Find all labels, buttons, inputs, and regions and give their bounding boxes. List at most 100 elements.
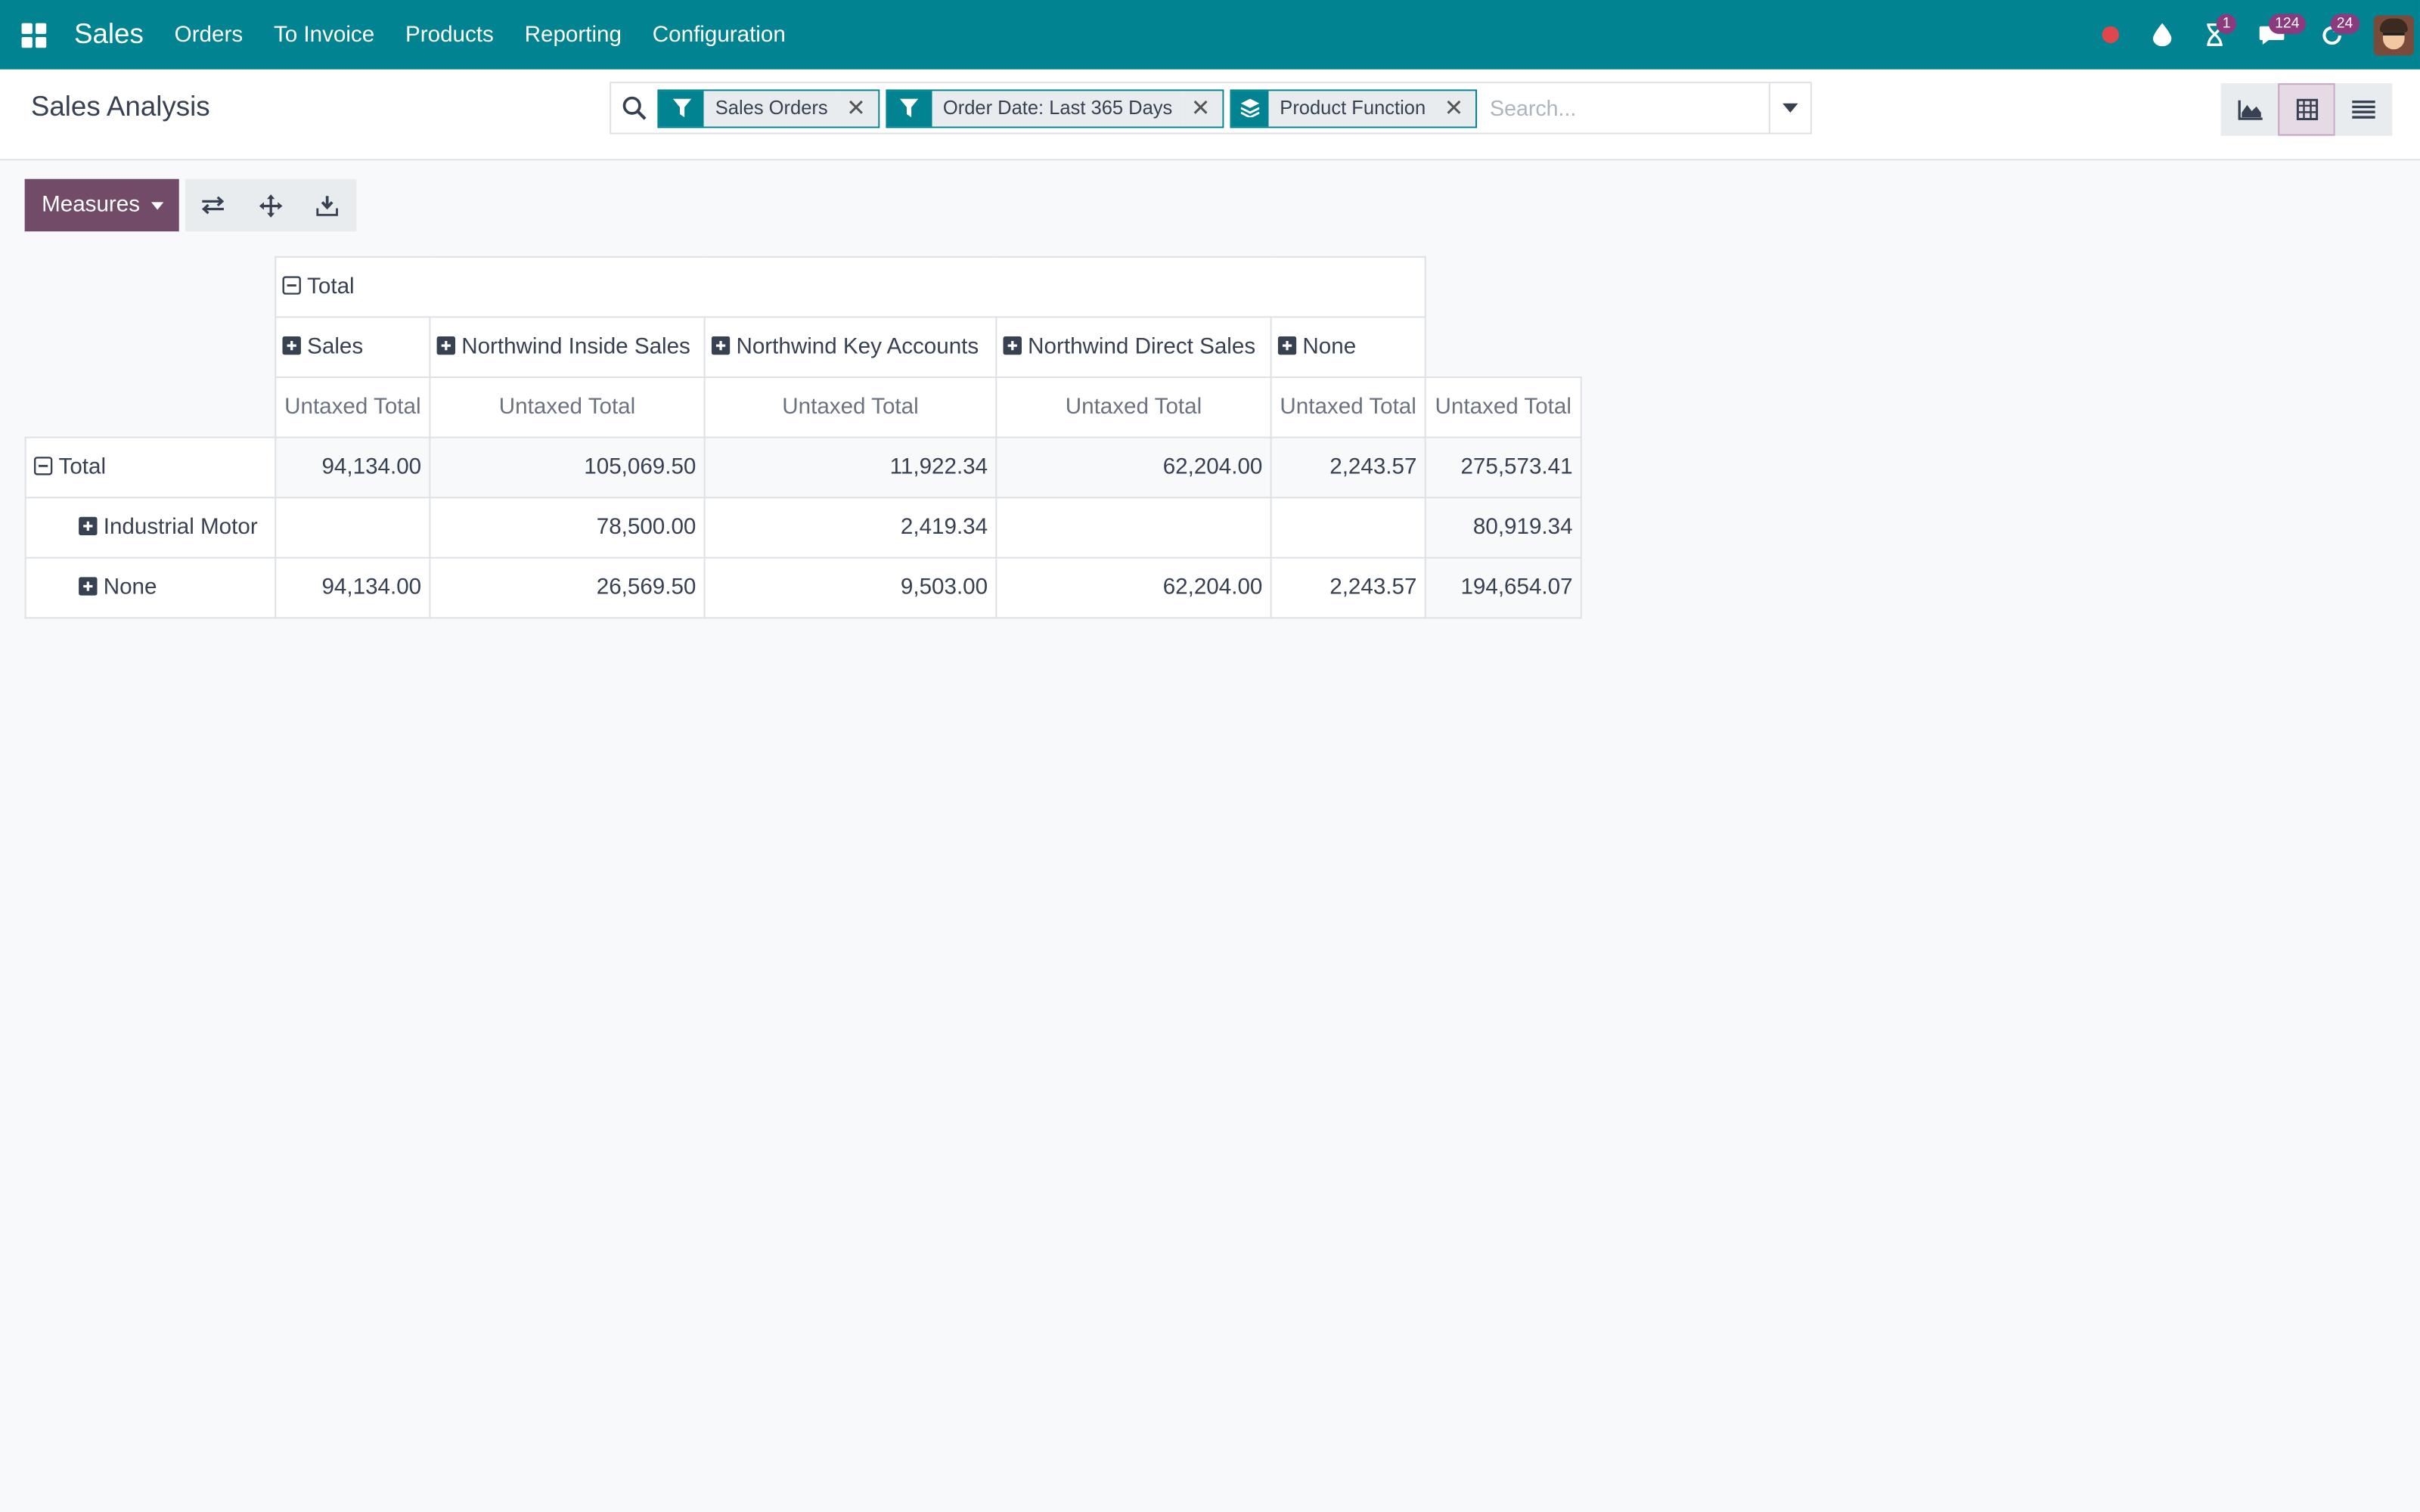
updates-badge: 24 xyxy=(2330,14,2360,34)
row-header-label: None xyxy=(103,575,157,600)
pivot-cell[interactable]: 2,419.34 xyxy=(703,497,997,559)
pivot-measure-row: Untaxed Total Untaxed Total Untaxed Tota… xyxy=(26,376,1582,438)
facet-label: Sales Orders xyxy=(704,90,837,126)
pivot-cell[interactable]: 94,134.00 xyxy=(275,436,431,499)
view-switcher xyxy=(2220,83,2393,136)
pivot-cell[interactable]: 9,503.00 xyxy=(703,556,997,619)
row-header-total[interactable]: Total xyxy=(24,436,277,499)
col-header-sales[interactable]: Sales xyxy=(275,316,431,378)
menu-products[interactable]: Products xyxy=(390,23,510,48)
download-icon xyxy=(316,195,339,215)
download-button[interactable] xyxy=(299,178,356,232)
facet-product-function: Product Function ✕ xyxy=(1230,88,1478,128)
row-header-industrial-motor[interactable]: Industrial Motor xyxy=(24,497,277,559)
list-icon xyxy=(2352,100,2375,119)
measures-button[interactable]: Measures xyxy=(24,178,179,232)
pivot-cell[interactable]: 62,204.00 xyxy=(995,556,1272,619)
measure-header[interactable]: Untaxed Total xyxy=(995,376,1272,438)
menu-configuration[interactable]: Configuration xyxy=(637,23,801,48)
messages-icon[interactable]: 124 xyxy=(2241,0,2306,70)
pivot-cell[interactable] xyxy=(1270,497,1426,559)
systray: 1 124 24 xyxy=(2083,0,2420,70)
col-header-none[interactable]: None xyxy=(1270,316,1426,378)
col-header-label: None xyxy=(1302,334,1357,360)
graph-view-button[interactable] xyxy=(2220,83,2279,136)
measure-header[interactable]: Untaxed Total xyxy=(1270,376,1426,438)
facet-label: Product Function xyxy=(1269,90,1435,126)
exchange-arrows-icon xyxy=(202,196,225,215)
arrows-move-icon xyxy=(259,194,282,217)
pivot-view-button[interactable] xyxy=(2278,83,2335,136)
expand-plus-icon xyxy=(1277,336,1297,355)
menu-reporting[interactable]: Reporting xyxy=(509,23,637,48)
pivot-cell-row-total[interactable]: 80,919.34 xyxy=(1424,497,1582,559)
facet-remove-icon[interactable]: ✕ xyxy=(836,90,879,126)
facet-remove-icon[interactable]: ✕ xyxy=(1181,90,1223,126)
pivot-cell[interactable]: 94,134.00 xyxy=(275,556,431,619)
facet-label: Order Date: Last 365 Days xyxy=(932,90,1182,126)
app-brand[interactable]: Sales xyxy=(74,18,144,51)
group-by-icon xyxy=(1232,90,1270,126)
expand-plus-icon xyxy=(711,336,731,355)
col-header-total-label: Total xyxy=(307,274,355,299)
pivot-row-none: None 94,134.00 26,569.50 9,503.00 62,204… xyxy=(24,556,1582,619)
col-header-label: Northwind Inside Sales xyxy=(461,334,690,360)
col-header-total[interactable]: Total xyxy=(275,256,1426,318)
droplet-icon[interactable] xyxy=(2136,0,2188,70)
table-icon xyxy=(2295,98,2318,121)
pivot-toolbar: Measures xyxy=(24,178,356,232)
pivot-table: Total Sales Northwind Inside Sales North… xyxy=(24,256,1582,619)
measure-header[interactable]: Untaxed Total xyxy=(429,376,706,438)
main-navbar: Sales Orders To Invoice Products Reporti… xyxy=(0,0,2420,70)
user-avatar[interactable] xyxy=(2373,14,2414,55)
pivot-cell[interactable]: 2,243.57 xyxy=(1270,556,1426,619)
search-icon[interactable] xyxy=(611,83,658,132)
col-header-label: Northwind Direct Sales xyxy=(1028,334,1256,360)
list-view-button[interactable] xyxy=(2335,83,2393,136)
updates-refresh-icon[interactable]: 24 xyxy=(2303,0,2362,70)
col-header-label: Sales xyxy=(307,334,364,360)
flip-axis-button[interactable] xyxy=(185,178,242,232)
recording-dot-icon[interactable] xyxy=(2083,0,2136,70)
facet-sales-orders: Sales Orders ✕ xyxy=(658,88,880,128)
pivot-cell-grand-total[interactable]: 275,573.41 xyxy=(1424,436,1582,499)
collapse-minus-icon xyxy=(282,276,301,295)
pivot-row-total: Total 94,134.00 105,069.50 11,922.34 62,… xyxy=(24,436,1582,499)
facet-remove-icon[interactable]: ✕ xyxy=(1435,90,1476,126)
expand-plus-icon xyxy=(282,336,301,355)
pivot-cell[interactable]: 2,243.57 xyxy=(1270,436,1426,499)
col-header-label: Northwind Key Accounts xyxy=(736,334,979,360)
caret-down-icon xyxy=(150,201,163,209)
menu-to-invoice[interactable]: To Invoice xyxy=(259,23,390,48)
pivot-cell[interactable] xyxy=(275,497,431,559)
page-title: Sales Analysis xyxy=(30,91,210,122)
app-root: Sales Orders To Invoice Products Reporti… xyxy=(0,0,2420,1512)
pivot-header-row-groups: Sales Northwind Inside Sales Northwind K… xyxy=(26,316,1581,378)
measure-header[interactable]: Untaxed Total xyxy=(275,376,431,438)
pivot-cell[interactable]: 11,922.34 xyxy=(703,436,997,499)
menu-orders[interactable]: Orders xyxy=(159,23,258,48)
col-header-northwind-direct-sales[interactable]: Northwind Direct Sales xyxy=(995,316,1272,378)
expand-all-button[interactable] xyxy=(241,178,299,232)
col-header-northwind-key-accounts[interactable]: Northwind Key Accounts xyxy=(703,316,997,378)
search-input[interactable] xyxy=(1483,85,1770,132)
measures-label: Measures xyxy=(42,193,141,218)
pivot-cell[interactable] xyxy=(995,497,1272,559)
pivot-row-industrial-motor: Industrial Motor 78,500.00 2,419.34 80,9… xyxy=(24,497,1582,559)
apps-menu-icon[interactable] xyxy=(0,0,68,70)
filter-icon xyxy=(659,90,705,126)
search-options-toggle[interactable] xyxy=(1769,83,1810,133)
measure-header[interactable]: Untaxed Total xyxy=(1424,376,1582,438)
activities-clock-icon[interactable]: 1 xyxy=(2189,0,2241,70)
pivot-cell[interactable]: 26,569.50 xyxy=(429,556,706,619)
col-header-northwind-inside-sales[interactable]: Northwind Inside Sales xyxy=(429,316,706,378)
row-header-none[interactable]: None xyxy=(24,556,277,619)
expand-plus-icon xyxy=(1003,336,1022,355)
pivot-cell[interactable]: 62,204.00 xyxy=(995,436,1272,499)
pivot-cell[interactable]: 105,069.50 xyxy=(429,436,706,499)
facet-order-date: Order Date: Last 365 Days ✕ xyxy=(886,88,1224,128)
pivot-cell-row-total[interactable]: 194,654.07 xyxy=(1424,556,1582,619)
measure-header[interactable]: Untaxed Total xyxy=(703,376,997,438)
pivot-cell[interactable]: 78,500.00 xyxy=(429,497,706,559)
messages-badge: 124 xyxy=(2268,14,2306,34)
